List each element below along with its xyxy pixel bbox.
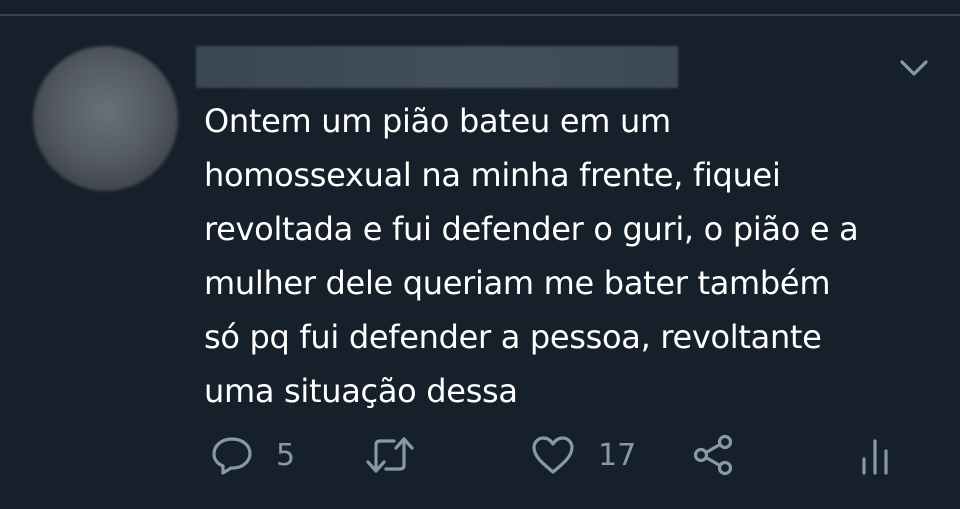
- reply-button[interactable]: 5: [210, 430, 295, 480]
- tweet[interactable]: Ontem um pião bateu em um homossexual na…: [0, 0, 960, 509]
- action-bar: 5 17: [0, 430, 960, 480]
- avatar[interactable]: [33, 46, 178, 191]
- reply-icon: [212, 437, 252, 475]
- analytics-button[interactable]: [858, 430, 894, 480]
- share-icon: [693, 434, 733, 476]
- author-name-redacted[interactable]: [196, 46, 678, 88]
- tweet-text: Ontem um pião bateu em um homossexual na…: [204, 102, 859, 410]
- divider: [0, 14, 960, 16]
- share-button[interactable]: [692, 430, 736, 480]
- retweet-icon: [366, 437, 414, 473]
- reply-count: 5: [276, 437, 296, 473]
- like-button[interactable]: 17: [530, 430, 636, 480]
- chevron-down-icon: [900, 60, 928, 76]
- more-options-button[interactable]: [896, 54, 932, 82]
- like-count: 17: [598, 437, 637, 473]
- retweet-button[interactable]: [364, 430, 416, 480]
- analytics-icon: [862, 439, 888, 475]
- heart-icon: [532, 436, 574, 474]
